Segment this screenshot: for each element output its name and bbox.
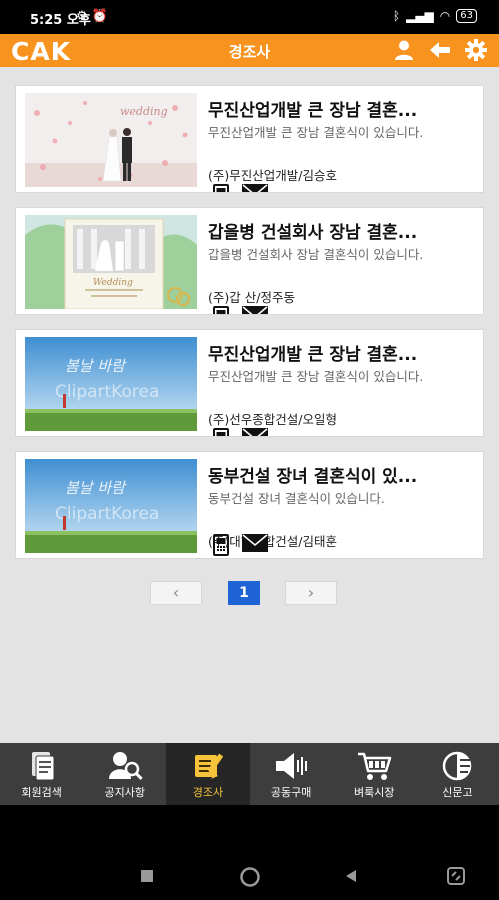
back-arrow-icon[interactable] [429, 39, 451, 61]
screenshot-button-icon[interactable] [446, 866, 466, 886]
group-buy-icon [276, 753, 308, 779]
post-author: (주)갑 산/정주동 [208, 290, 295, 305]
post-author: (주)무진산업개발/김승호 [208, 168, 337, 183]
nav-group-buy[interactable]: 공동구매 [250, 743, 333, 805]
nav-label: 공지사항 [104, 786, 145, 799]
nav-petition[interactable]: 신문고 [416, 743, 499, 805]
phone-icon[interactable] [213, 428, 229, 437]
petition-icon [443, 751, 472, 781]
post-card[interactable]: 봄날 바람 ClipartKorea 동부건설 장녀 결혼식이 있... 동부건… [15, 451, 484, 559]
post-title[interactable]: 무진산업개발 큰 장남 결혼... [208, 340, 476, 365]
home-button-icon[interactable] [239, 866, 261, 888]
notice-icon [108, 752, 143, 780]
flea-market-icon [358, 752, 392, 780]
svg-text:ClipartKorea: ClipartKorea [55, 504, 159, 524]
nav-label: 경조사 [192, 786, 224, 799]
prev-page-button[interactable]: ‹ [150, 581, 202, 605]
post-description: 무진산업개발 큰 장남 결혼식이 있습니다. [208, 125, 424, 140]
status-notification-icons: ⚙ ⏰ [76, 9, 108, 24]
post-card[interactable]: 봄날 바람 ClipartKorea 무진산업개발 큰 장남 결혼... 무진산… [15, 329, 484, 437]
post-card[interactable]: wedding 무진산업개발 큰 장남 결혼... 무진산업개발 큰 장남 결혼… [15, 85, 484, 193]
bluetooth-icon: ᛒ [392, 9, 401, 23]
bottom-nav: 회원검색 공지사항 경조사 공동구매 벼룩시장 신문고 [0, 743, 499, 805]
svg-text:wedding: wedding [120, 105, 168, 118]
post-author: (주)선우종합건설/오일형 [208, 412, 337, 427]
post-description: 갑을병 건설회사 장남 결혼식이 있습니다. [208, 247, 424, 262]
phone-icon[interactable] [213, 184, 229, 193]
mail-icon[interactable] [242, 306, 268, 315]
current-page-button[interactable]: 1 [228, 581, 260, 605]
svg-text:Wedding: Wedding [93, 278, 133, 288]
nav-label: 회원검색 [21, 786, 62, 799]
contact-actions [213, 306, 268, 315]
post-thumbnail[interactable]: 봄날 바람 ClipartKorea [25, 337, 197, 431]
post-title[interactable]: 무진산업개발 큰 장남 결혼... [208, 96, 476, 121]
svg-text:봄날 바람: 봄날 바람 [65, 357, 127, 375]
contact-actions [213, 184, 268, 193]
post-description: 동부건설 장녀 결혼식이 있습니다. [208, 491, 385, 506]
battery-icon: 63 [456, 9, 477, 23]
post-thumbnail[interactable]: wedding [25, 93, 197, 187]
nav-label: 신문고 [442, 786, 473, 799]
phone-icon[interactable] [213, 534, 229, 556]
nav-flea-market[interactable]: 벼룩시장 [333, 743, 416, 805]
post-thumbnail[interactable]: Wedding [25, 215, 197, 309]
gear-icon[interactable] [465, 39, 487, 61]
mail-icon[interactable] [242, 184, 268, 193]
svg-text:ClipartKorea: ClipartKorea [55, 382, 159, 402]
user-icon[interactable] [393, 39, 415, 61]
post-title[interactable]: 갑을병 건설회사 장남 결혼... [208, 218, 476, 243]
mail-icon[interactable] [242, 428, 268, 437]
back-button-icon[interactable] [343, 868, 359, 884]
status-bar: 5:25 오후 ⚙ ⏰ ᛒ ▂▄▆ ◠ 63 [0, 0, 499, 34]
pagination: ‹ 1 › [0, 581, 499, 607]
recents-button-icon[interactable] [139, 868, 155, 884]
app-header: CAK 경조사 [0, 34, 499, 67]
contact-actions [213, 534, 268, 556]
member-search-icon [31, 752, 55, 781]
system-navigation-bar [0, 805, 499, 900]
nav-events[interactable]: 경조사 [166, 743, 250, 805]
post-thumbnail[interactable]: 봄날 바람 ClipartKorea [25, 459, 197, 553]
status-system-icons: ᛒ ▂▄▆ ◠ 63 [393, 9, 477, 23]
nav-notice[interactable]: 공지사항 [83, 743, 166, 805]
nav-label: 공동구매 [270, 786, 312, 799]
event-list-area[interactable]: wedding 무진산업개발 큰 장남 결혼... 무진산업개발 큰 장남 결혼… [0, 67, 499, 743]
post-card[interactable]: Wedding 갑을병 건설회사 장남 결혼... 갑을병 건설회사 장남 결혼… [15, 207, 484, 315]
nav-member-search[interactable]: 회원검색 [0, 743, 83, 805]
mail-icon[interactable] [242, 534, 268, 552]
nav-label: 벼룩시장 [354, 786, 395, 799]
next-page-button[interactable]: › [285, 581, 337, 605]
contact-actions [213, 428, 268, 437]
wifi-icon: ◠ [439, 9, 451, 23]
post-description: 무진산업개발 큰 장남 결혼식이 있습니다. [208, 369, 424, 384]
events-icon [194, 753, 224, 779]
svg-text:봄날 바람: 봄날 바람 [65, 479, 127, 497]
signal-icon: ▂▄▆ [406, 9, 434, 23]
header-icon-group [393, 39, 487, 61]
phone-icon[interactable] [213, 306, 229, 315]
post-title[interactable]: 동부건설 장녀 결혼식이 있... [208, 462, 476, 487]
